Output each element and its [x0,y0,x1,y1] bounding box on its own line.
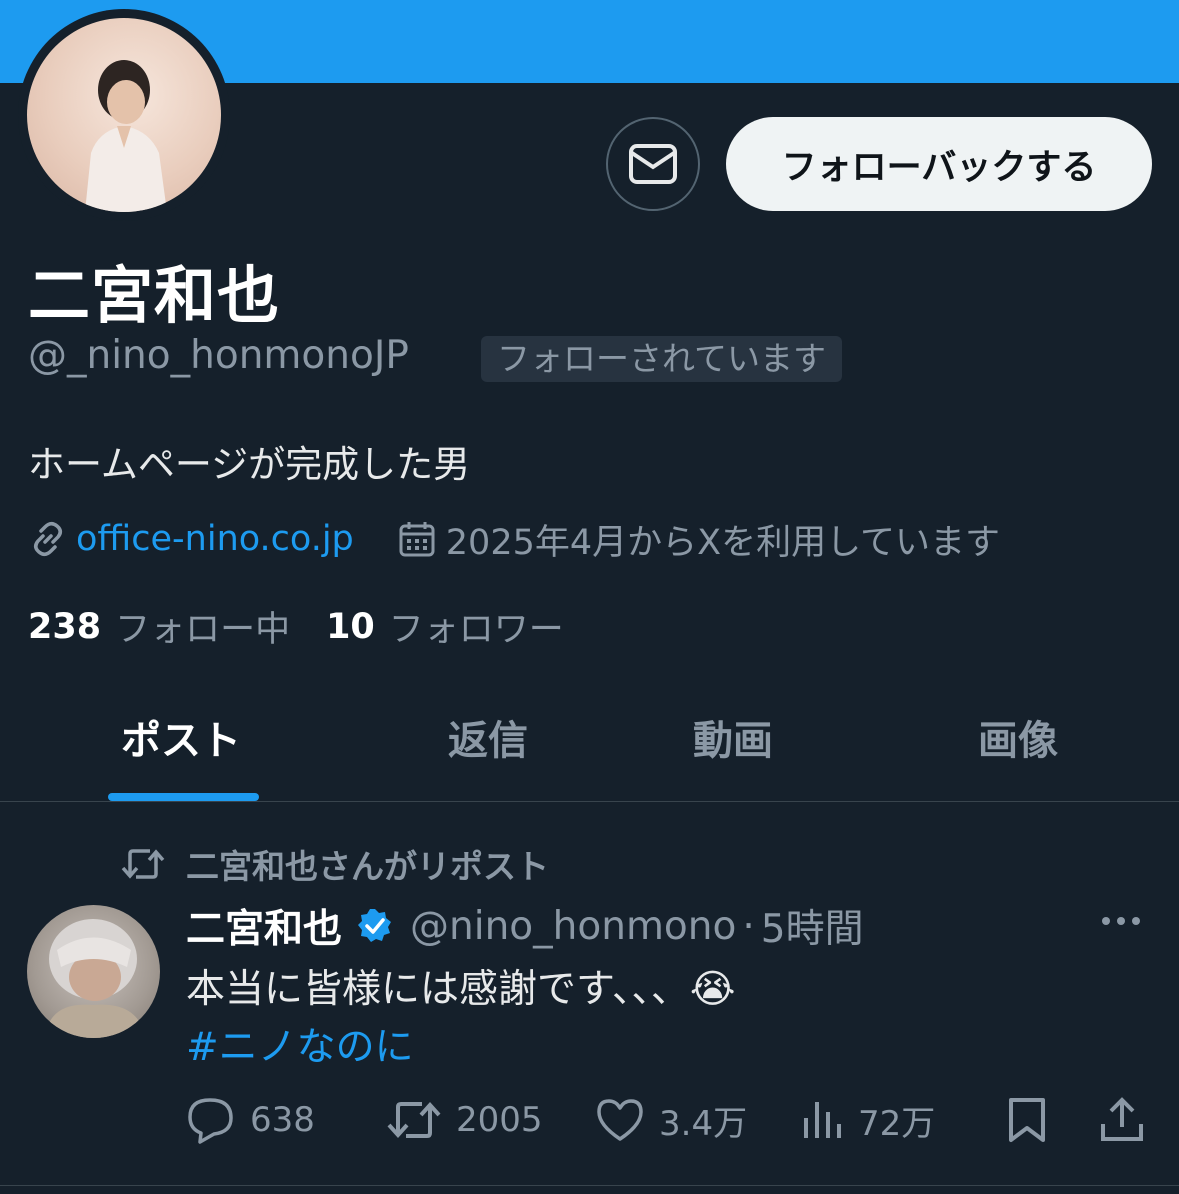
tab-posts[interactable]: ポスト [121,708,241,766]
reply-button[interactable]: 638 [186,1094,315,1146]
views-icon [804,1102,841,1138]
share-icon [1101,1097,1143,1141]
post-header: 二宮和也 @nino_honmono · 5時間 [186,898,864,954]
profile-meta: office-nino.co.jp 2025年4月からXを利用しています [28,514,1000,564]
profile-handle: @_nino_honmono​JP [28,333,409,378]
follow-back-button[interactable]: フォローバックする [726,117,1152,211]
following-count[interactable]: 238 [28,607,101,647]
tab-videos[interactable]: 動画 [693,708,773,766]
profile-avatar[interactable] [27,18,221,212]
handle-time-separator: · [742,903,755,949]
following-label[interactable]: フォロー中 [115,601,290,652]
post-author-handle[interactable]: @nino_honmono [410,904,736,949]
like-icon [597,1099,643,1141]
profile-bio: ホームページが完成した男 [28,443,471,486]
reply-icon [188,1098,233,1144]
post-author-name[interactable]: 二宮和也 [186,898,342,954]
more-icon[interactable] [1102,917,1140,925]
post-divider [0,1185,1179,1186]
like-count: 3.4万 [659,1103,748,1144]
message-button[interactable] [606,117,700,211]
followers-count[interactable]: 10 [326,607,375,647]
repost-count: 2005 [456,1100,543,1140]
repost-icon [121,849,165,879]
repost-icon [387,1102,441,1138]
tabs-divider [0,801,1179,802]
repost-button[interactable]: 2005 [386,1094,543,1146]
post-text: 本当に皆様には感謝です、、、😭 [186,967,736,1012]
view-count: 72万 [858,1103,936,1144]
bookmark-icon [1009,1098,1045,1142]
repost-note: 二宮和也さんがリポスト [120,840,549,888]
tab-images[interactable]: 画像 [978,708,1058,766]
follows-you-badge: フォローされています [481,336,843,382]
verified-icon [356,907,394,945]
link-icon [34,522,62,556]
post-author-avatar[interactable] [27,905,160,1038]
profile-link[interactable]: office-nino.co.jp [76,519,354,559]
post-time[interactable]: 5時間 [761,898,864,954]
reply-count: 638 [250,1100,315,1140]
repost-note-text: 二宮和也さんがリポスト [186,847,549,886]
post-hashtag[interactable]: #ニノなのに [186,1016,414,1072]
bookmark-button[interactable] [1006,1094,1048,1146]
share-button[interactable] [1098,1094,1146,1146]
follow-stats: 238 フォロー中 10 フォロワー [28,601,564,652]
joined-date: 2025年4月からXを利用しています [445,522,1001,563]
followers-label[interactable]: フォロワー [389,601,564,652]
calendar-icon [399,522,435,557]
views-button[interactable]: 72万 [800,1094,935,1146]
like-button[interactable]: 3.4万 [595,1094,747,1146]
tab-replies[interactable]: 返信 [448,708,528,766]
active-tab-indicator [108,793,259,801]
envelope-icon [629,144,677,184]
profile-name: 二宮和也 [28,259,281,332]
